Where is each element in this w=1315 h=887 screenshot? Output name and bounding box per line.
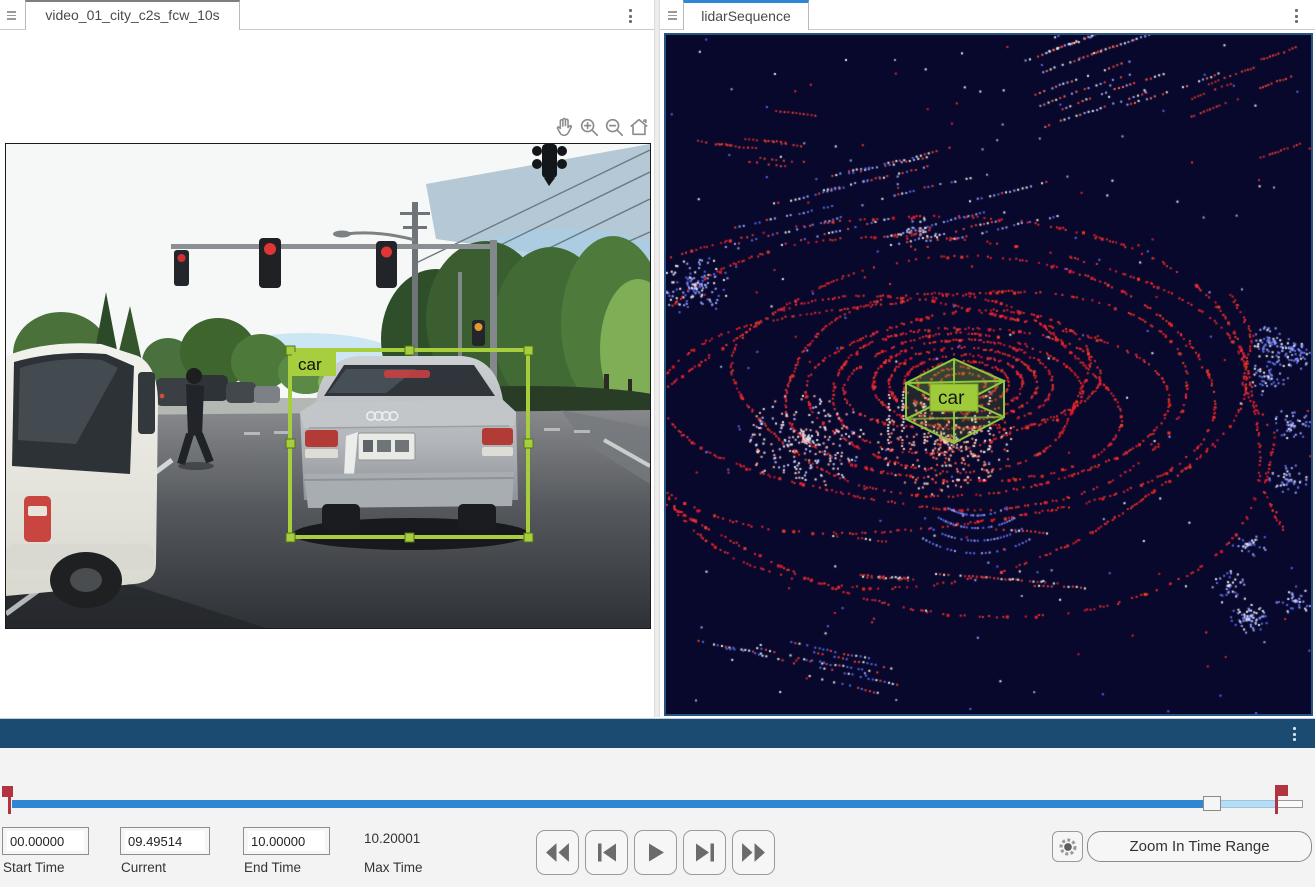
tab-video[interactable]: video_01_city_c2s_fcw_10s (25, 0, 240, 30)
lidar-point-cloud (666, 35, 1311, 714)
end-time-input[interactable] (248, 831, 325, 851)
current-time-fieldbox (120, 827, 210, 855)
lidar-viewport[interactable]: car (664, 33, 1313, 716)
settings-button[interactable] (1052, 831, 1083, 862)
zoom-out-icon[interactable] (602, 113, 625, 140)
play-button[interactable] (634, 830, 677, 875)
end-flag-icon[interactable] (1277, 785, 1288, 796)
timeline-menu-icon[interactable] (1286, 725, 1302, 743)
car-label: car (298, 355, 322, 374)
video-frame-image: car (6, 144, 650, 628)
end-time-fieldbox (243, 827, 330, 855)
timeline-header-bar (0, 718, 1315, 748)
silver-sedan (293, 356, 529, 550)
previous-frame-button[interactable] (585, 830, 628, 875)
start-time-fieldbox (2, 827, 89, 855)
max-time-value: 10.20001 (364, 831, 420, 846)
next-frame-button[interactable] (683, 830, 726, 875)
zoom-in-icon[interactable] (577, 113, 600, 140)
panel-drag-handle-icon[interactable] (3, 4, 19, 27)
video-tabbar: video_01_city_c2s_fcw_10s (0, 0, 654, 30)
play-icon (645, 842, 667, 863)
rewind-icon (544, 842, 571, 863)
tab-video-label: video_01_city_c2s_fcw_10s (45, 7, 219, 23)
labeler-app: video_01_city_c2s_fcw_10s (0, 0, 1315, 887)
zoom-in-time-range-button[interactable]: Zoom In Time Range (1087, 831, 1312, 862)
rewind-button[interactable] (536, 830, 579, 875)
max-time-label: Max Time (364, 860, 423, 875)
lidar-panel-menu-icon[interactable] (1288, 7, 1304, 25)
gear-icon (1057, 836, 1079, 858)
end-time-label: End Time (244, 860, 301, 875)
timeline-thumb[interactable] (1203, 796, 1221, 811)
pan-icon[interactable] (552, 113, 575, 140)
start-flag-pole[interactable] (8, 786, 11, 814)
start-time-input[interactable] (7, 831, 84, 851)
fast-forward-button[interactable] (732, 830, 775, 875)
previous-frame-icon (595, 842, 619, 863)
white-van (6, 343, 158, 608)
fast-forward-icon (740, 842, 767, 863)
panel-splitter[interactable] (654, 0, 660, 717)
lidar-tabbar: lidarSequence (660, 0, 1315, 30)
timeline-track-remaining[interactable] (1221, 800, 1277, 808)
next-frame-icon (693, 842, 717, 863)
start-time-label: Start Time (3, 860, 65, 875)
axes-toolbar (552, 113, 650, 140)
zoom-in-time-range-label: Zoom In Time Range (1129, 838, 1269, 855)
video-panel-menu-icon[interactable] (622, 7, 638, 25)
timeline-track-played[interactable] (12, 800, 1203, 808)
tab-lidar[interactable]: lidarSequence (683, 0, 809, 30)
video-frame: car (5, 143, 651, 629)
current-time-input[interactable] (125, 831, 205, 851)
playback-controls (536, 830, 775, 875)
panel-drag-handle-icon[interactable] (664, 4, 680, 27)
end-flag-pole[interactable] (1275, 785, 1278, 814)
playback-panel: 10.20001 Start Time Current End Time Max… (0, 748, 1315, 887)
home-icon[interactable] (627, 113, 650, 140)
tab-lidar-label: lidarSequence (701, 8, 791, 24)
timeline-track-beyond-range[interactable] (1277, 800, 1303, 808)
current-time-label: Current (121, 860, 166, 875)
